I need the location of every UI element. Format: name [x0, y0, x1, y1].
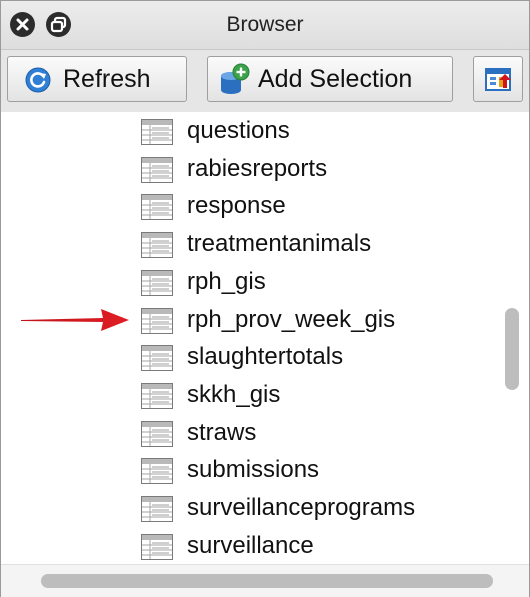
export-icon [485, 68, 511, 91]
list-item[interactable]: skkh_gis [141, 380, 491, 414]
list-item[interactable]: surveillance [141, 531, 491, 564]
table-icon [141, 119, 173, 145]
list-item-label: surveillanceprograms [187, 494, 416, 521]
add-selection-button[interactable]: Add Selection [207, 56, 453, 102]
list-item[interactable]: rph_prov_week_gis [141, 305, 491, 339]
table-icon [141, 307, 173, 334]
table-list[interactable]: questions rabiesreports response treatmenta… [1, 112, 529, 564]
list-item[interactable]: surveillanceprograms [141, 493, 491, 527]
refresh-button[interactable]: Refresh [7, 56, 187, 102]
list-item[interactable]: submissions [141, 455, 491, 489]
list-item[interactable]: response [141, 191, 491, 225]
table-icon [141, 496, 173, 522]
list-item-label: submissions [187, 456, 320, 484]
refresh-label: Refresh [63, 65, 151, 93]
export-button[interactable] [473, 56, 523, 102]
list-item-label: rph_gis [187, 267, 266, 295]
table-icon [141, 232, 173, 259]
list-item-label: straws [187, 418, 257, 446]
table-icon [141, 533, 173, 560]
horizontal-scroll-thumb[interactable] [41, 574, 493, 588]
table-icon [141, 156, 173, 183]
table-icon [141, 458, 173, 485]
list-item[interactable]: rabiesreports [141, 154, 491, 188]
list-item-label: rabiesreports [187, 154, 328, 182]
vertical-scrollbar[interactable] [497, 112, 527, 564]
list-item-label: skkh_gis [187, 380, 281, 408]
list-item-label: surveillance [187, 531, 314, 559]
vertical-scroll-thumb[interactable] [505, 308, 519, 390]
list-item[interactable]: slaughtertotals [141, 342, 491, 376]
list-item[interactable]: rph_gis [141, 267, 491, 301]
table-icon [141, 420, 173, 447]
toolbar: Refresh Add Selection [1, 49, 529, 113]
table-icon [141, 382, 173, 409]
window-title: Browser [226, 13, 304, 36]
browser-window: Browser Refresh Add Selection questions … [0, 0, 530, 597]
list-item-label: questions [187, 117, 290, 144]
refresh-icon [25, 67, 51, 93]
list-item[interactable]: treatmentanimals [141, 229, 491, 263]
list-item-label: response [187, 192, 286, 220]
table-icon [141, 269, 173, 296]
add-database-icon [221, 63, 250, 94]
list-item[interactable]: straws [141, 418, 491, 452]
red-arrow-annotation [21, 309, 129, 331]
title-bar: Browser [1, 1, 529, 49]
list-item[interactable]: questions [141, 116, 491, 150]
horizontal-scrollbar[interactable] [1, 564, 529, 597]
add-selection-label: Add Selection [258, 65, 413, 93]
list-item-label: rph_prov_week_gis [187, 305, 396, 333]
list-item-label: treatmentanimals [187, 230, 372, 258]
list-item-label: slaughtertotals [187, 343, 344, 371]
table-icon [141, 194, 173, 221]
table-icon [141, 345, 173, 372]
